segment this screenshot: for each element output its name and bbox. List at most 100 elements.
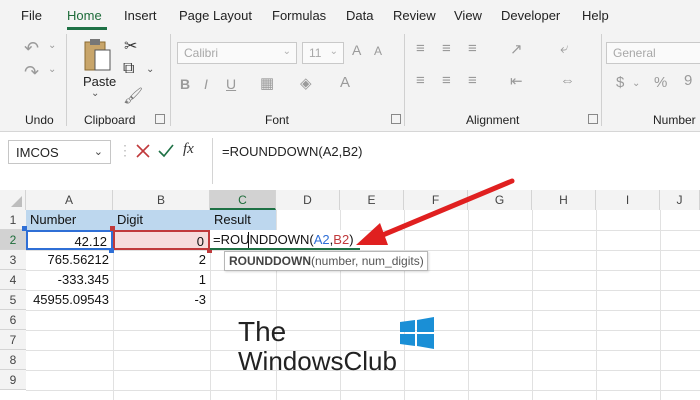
- merge-center-icon[interactable]: ⇔: [560, 72, 575, 89]
- gridline: [26, 310, 700, 311]
- underline-icon[interactable]: U: [226, 76, 236, 92]
- align-middle-icon[interactable]: ≡: [442, 40, 451, 57]
- row-header-7[interactable]: 7: [0, 330, 26, 350]
- paste-dropdown-icon[interactable]: ⌄: [91, 88, 99, 99]
- indent-icon[interactable]: ⇤: [510, 72, 523, 90]
- chevron-down-icon[interactable]: ⌄: [632, 78, 640, 89]
- column-header-j[interactable]: J: [660, 190, 700, 210]
- chevron-down-icon: ⌄: [282, 46, 291, 57]
- gridline: [26, 390, 700, 391]
- italic-icon[interactable]: I: [204, 76, 208, 92]
- gridline: [660, 210, 661, 400]
- format-painter-icon[interactable]: 🖌: [123, 86, 143, 106]
- align-left-icon[interactable]: ≡: [416, 72, 425, 89]
- orientation-icon[interactable]: ↗: [510, 40, 523, 58]
- font-group-label: Font: [265, 113, 290, 127]
- borders-icon[interactable]: ▦: [260, 74, 274, 92]
- copy-icon[interactable]: ⧉: [123, 60, 134, 78]
- align-right-icon[interactable]: ≡: [468, 72, 477, 89]
- cut-icon[interactable]: ✂: [124, 36, 137, 56]
- row-header-6[interactable]: 6: [0, 310, 26, 330]
- cell-b2[interactable]: 0: [113, 230, 210, 250]
- font-launcher-icon[interactable]: [391, 114, 401, 124]
- currency-icon[interactable]: $: [616, 74, 624, 91]
- column-header-b[interactable]: B: [113, 190, 210, 210]
- menu-formulas[interactable]: Formulas: [272, 8, 326, 23]
- column-header-c[interactable]: C: [210, 190, 276, 210]
- paste-icon[interactable]: [82, 38, 112, 74]
- menu-home[interactable]: Home: [67, 8, 102, 23]
- enter-icon[interactable]: [157, 143, 175, 159]
- increase-font-icon[interactable]: A: [352, 42, 361, 58]
- cell-b1[interactable]: Digit: [113, 210, 210, 230]
- ribbon: ↶ ⌄ ↷ ⌄ Undo Paste ⌄ ✂ ⧉ ⌄ 🖌 Clipboard C…: [0, 30, 700, 132]
- cell-c2-editing[interactable]: =ROUNDDOWN(A2,B2): [210, 230, 360, 250]
- redo-dropdown-icon[interactable]: ⌄: [48, 64, 56, 75]
- cell-a3[interactable]: 765.56212: [26, 250, 113, 270]
- cell-a4[interactable]: -333.345: [26, 270, 113, 290]
- clipboard-launcher-icon[interactable]: [155, 114, 165, 124]
- row-header-8[interactable]: 8: [0, 350, 26, 370]
- font-name-combo[interactable]: Calibri ⌄: [177, 42, 297, 64]
- menu-insert[interactable]: Insert: [124, 8, 157, 23]
- cell-b4[interactable]: 1: [113, 270, 210, 290]
- name-box-value: IMCOS: [16, 145, 59, 160]
- row-header-3[interactable]: 3: [0, 250, 26, 270]
- fill-color-icon[interactable]: ◈: [300, 74, 312, 92]
- cell-b5[interactable]: -3: [113, 290, 210, 310]
- wrap-text-icon[interactable]: ⤶: [560, 40, 568, 57]
- name-box[interactable]: IMCOS ⌄: [8, 140, 111, 164]
- number-format-combo[interactable]: General: [606, 42, 700, 64]
- formula-ref-a2: A2: [313, 232, 330, 247]
- menu-bar: File Home Insert Page Layout Formulas Da…: [0, 0, 700, 30]
- separator: [404, 34, 405, 126]
- range-handle[interactable]: [22, 226, 27, 231]
- row-header-9[interactable]: 9: [0, 370, 26, 390]
- paste-button[interactable]: Paste: [83, 74, 116, 89]
- bold-icon[interactable]: B: [180, 76, 190, 92]
- copy-dropdown-icon[interactable]: ⌄: [146, 64, 154, 75]
- cancel-icon[interactable]: [135, 143, 151, 159]
- chevron-down-icon: ⌄: [329, 46, 338, 57]
- redo-icon[interactable]: ↷: [24, 62, 39, 83]
- align-bottom-icon[interactable]: ≡: [468, 40, 477, 57]
- row-header-4[interactable]: 4: [0, 270, 26, 290]
- insert-function-icon[interactable]: fx: [183, 141, 194, 158]
- function-tooltip[interactable]: ROUNDDOWN(number, num_digits): [224, 251, 428, 271]
- alignment-launcher-icon[interactable]: [588, 114, 598, 124]
- font-color-icon[interactable]: A: [340, 74, 350, 91]
- column-header-h[interactable]: H: [532, 190, 596, 210]
- row-header-5[interactable]: 5: [0, 290, 26, 310]
- cell-a2[interactable]: 42.12: [26, 230, 113, 250]
- range-handle[interactable]: [110, 226, 115, 231]
- gridline: [26, 330, 700, 331]
- percent-icon[interactable]: %: [654, 74, 667, 91]
- font-size-combo[interactable]: 11 ⌄: [302, 42, 344, 64]
- align-center-icon[interactable]: ≡: [442, 72, 451, 89]
- menu-data[interactable]: Data: [346, 8, 373, 23]
- gridline: [532, 210, 533, 400]
- column-header-a[interactable]: A: [26, 190, 113, 210]
- chevron-down-icon: ⌄: [93, 146, 103, 158]
- cell-c1[interactable]: Result: [210, 210, 276, 230]
- align-top-icon[interactable]: ≡: [416, 40, 425, 57]
- undo-dropdown-icon[interactable]: ⌄: [48, 40, 56, 51]
- font-size-value: 11: [309, 46, 322, 60]
- decrease-font-icon[interactable]: A: [374, 44, 382, 58]
- undo-icon[interactable]: ↶: [24, 38, 39, 59]
- cell-a1[interactable]: Number: [26, 210, 113, 230]
- menu-page-layout[interactable]: Page Layout: [179, 8, 252, 23]
- menu-view[interactable]: View: [454, 8, 482, 23]
- menu-developer[interactable]: Developer: [501, 8, 560, 23]
- row-header-2[interactable]: 2: [0, 230, 26, 250]
- menu-file[interactable]: File: [21, 8, 42, 23]
- menu-review[interactable]: Review: [393, 8, 436, 23]
- cell-a5[interactable]: 45955.09543: [26, 290, 113, 310]
- menu-help[interactable]: Help: [582, 8, 609, 23]
- column-header-d[interactable]: D: [276, 190, 340, 210]
- tooltip-arguments: (number, num_digits): [311, 254, 424, 268]
- cell-b3[interactable]: 2: [113, 250, 210, 270]
- column-header-i[interactable]: I: [596, 190, 660, 210]
- comma-style-icon[interactable]: 9: [684, 72, 692, 89]
- select-all-corner[interactable]: [0, 190, 26, 210]
